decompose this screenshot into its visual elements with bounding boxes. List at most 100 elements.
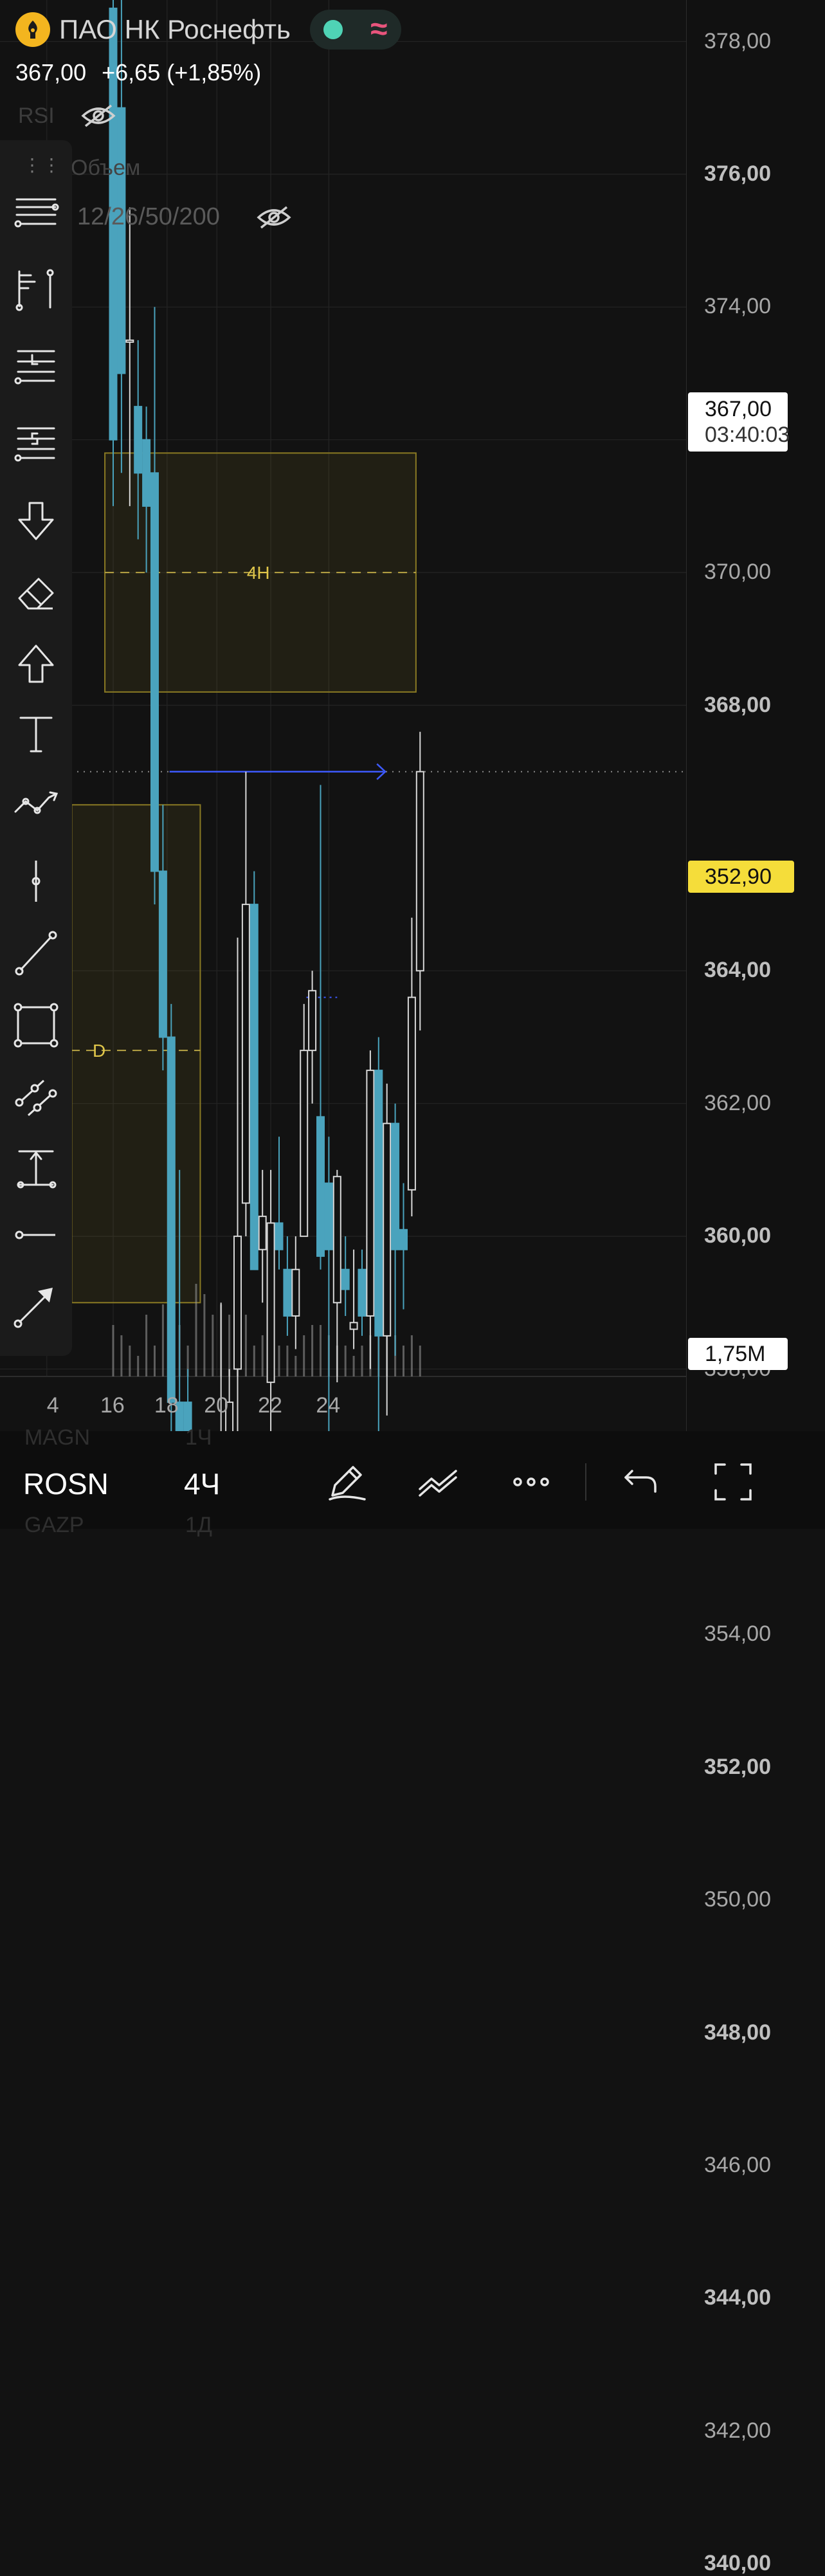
volume-bar	[129, 1346, 131, 1376]
price-axis-label: 344,00	[704, 2285, 771, 2310]
volume-bar	[120, 1335, 123, 1376]
price-range-icon[interactable]	[9, 1141, 63, 1195]
symbol-name: ПАО НК Роснефть	[59, 14, 291, 44]
symbol-header[interactable]: ПАО НК Роснефть ≈	[15, 10, 401, 50]
company-logo	[15, 12, 50, 47]
candle-body	[233, 1236, 242, 1370]
volume-bar	[344, 1346, 347, 1376]
interval-selector[interactable]: 4Ч	[184, 1466, 220, 1501]
candle-body	[142, 439, 151, 507]
price-axis-label: 362,00	[704, 1090, 771, 1115]
horizontal-ray-icon[interactable]	[9, 1208, 63, 1262]
price-change-row: 367,00 +6,65 (+1,85%)	[15, 59, 261, 86]
bottom-bar-separator	[585, 1463, 586, 1501]
zone-box	[71, 804, 201, 1304]
long-position-icon[interactable]	[9, 340, 63, 394]
arrow-down-icon[interactable]	[9, 494, 63, 548]
price-axis-label: 374,00	[704, 294, 771, 319]
eye-hidden-icon[interactable]	[80, 103, 116, 129]
fullscreen-icon[interactable]	[706, 1455, 760, 1509]
candle-body	[407, 996, 416, 1191]
volume-bar	[161, 1304, 164, 1376]
volume-bar	[410, 1335, 413, 1376]
date-label: 24	[316, 1393, 341, 1418]
volume-bar	[303, 1335, 305, 1376]
candle-body	[249, 904, 258, 1270]
eye-hidden-icon[interactable]	[256, 205, 292, 230]
volume-bar	[195, 1284, 197, 1376]
volume-bar	[278, 1346, 280, 1376]
candle-body	[324, 1182, 333, 1250]
ghost-interval-above: 1Ч	[185, 1425, 212, 1450]
indicators-icon[interactable]	[412, 1455, 466, 1509]
volume-indicator-row[interactable]: Объем	[71, 156, 140, 181]
parallel-channel-icon[interactable]	[9, 1070, 63, 1124]
volume-bar	[403, 1346, 404, 1376]
ghost-ticker-below: GAZP	[24, 1513, 84, 1537]
more-icon[interactable]	[504, 1455, 558, 1509]
volume-bar	[212, 1315, 214, 1376]
volume-bar	[419, 1346, 421, 1376]
price-axis-label: 340,00	[704, 2551, 771, 2576]
volume-bar	[154, 1346, 156, 1376]
price-axis-label: 378,00	[704, 28, 771, 53]
candle-body	[134, 406, 143, 474]
trend-line-icon[interactable]	[9, 926, 63, 980]
drag-handle-icon[interactable]: ⋮⋮	[23, 154, 62, 176]
price-axis-label: 368,00	[704, 692, 771, 717]
candle-body	[415, 771, 424, 972]
volume-bar	[203, 1294, 206, 1376]
volume-bar	[112, 1325, 114, 1376]
candle-body	[316, 1116, 325, 1257]
volume-bar	[295, 1356, 297, 1376]
ticker-selector[interactable]: ROSN	[23, 1466, 109, 1501]
ma-indicator-row[interactable]: 12/26/50/200	[77, 203, 292, 231]
rectangle-icon[interactable]	[9, 998, 63, 1052]
volume-value-tag: 1,75M	[688, 1338, 788, 1370]
zone-label: 4H	[247, 563, 270, 583]
current-price-tag: 367,00 03:40:03	[688, 392, 790, 452]
price-axis-label: 352,00	[704, 1754, 771, 1779]
short-position-icon[interactable]	[9, 417, 63, 471]
rsi-label: RSI	[18, 103, 55, 128]
candle-body	[125, 339, 134, 343]
date-label: 20	[204, 1393, 229, 1418]
volume-bar	[228, 1315, 231, 1376]
price-axis-label: 342,00	[704, 2418, 771, 2443]
pen-icon[interactable]	[319, 1455, 373, 1509]
eraser-icon[interactable]	[9, 566, 63, 620]
arrow-up-icon[interactable]	[9, 637, 63, 691]
volume-bar	[361, 1346, 363, 1376]
price-axis-label: 360,00	[704, 1223, 771, 1248]
rsi-indicator-row[interactable]: RSI	[18, 103, 116, 129]
low-price-tag: 352,90	[688, 861, 794, 893]
candle-body	[399, 1229, 408, 1250]
volume-label: Объем	[71, 156, 141, 180]
undo-icon[interactable]	[612, 1455, 666, 1509]
path-icon[interactable]	[9, 777, 63, 831]
fib-icon[interactable]	[9, 262, 63, 316]
date-label: 4	[46, 1393, 59, 1418]
price-axis-label: 350,00	[704, 1887, 771, 1912]
market-open-dot-icon	[323, 20, 343, 39]
text-icon[interactable]	[9, 706, 63, 760]
volume-bar	[253, 1346, 255, 1376]
candle-body	[258, 1216, 267, 1250]
candle-countdown: 03:40:03	[705, 423, 790, 447]
vertical-line-icon[interactable]	[9, 854, 63, 908]
candle-body	[383, 1122, 392, 1337]
wave-icon: ≈	[370, 12, 388, 46]
volume-bar	[145, 1315, 148, 1376]
price-axis-label: 354,00	[704, 1621, 771, 1647]
candle-body	[117, 107, 126, 374]
market-status-pill[interactable]: ≈	[309, 10, 401, 50]
lines-menu-icon[interactable]	[9, 185, 63, 239]
price-axis-label: 348,00	[704, 2020, 771, 2045]
date-label: 18	[154, 1393, 179, 1418]
arrow-line-icon[interactable]	[9, 1279, 63, 1333]
zone-label: D	[93, 1041, 105, 1061]
candle-body	[283, 1268, 292, 1317]
last-price: 367,00	[15, 59, 87, 86]
price-axis-label: 370,00	[704, 560, 771, 585]
current-price-value: 367,00	[705, 397, 772, 421]
